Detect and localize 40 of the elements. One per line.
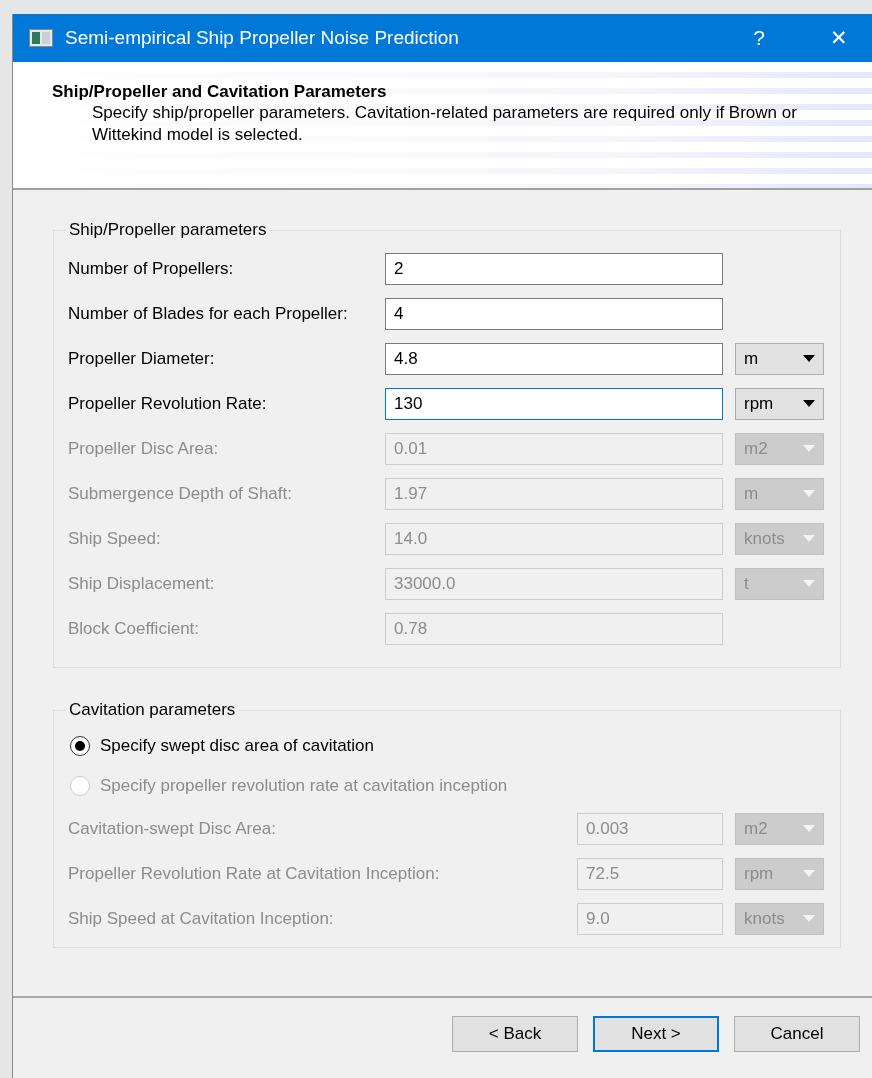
caret-icon bbox=[803, 354, 815, 363]
dialog-button[interactable]: < Back bbox=[452, 1016, 578, 1052]
radio-option[interactable]: Specify swept disc area of cavitation bbox=[70, 726, 840, 766]
field-label: Ship Displacement: bbox=[68, 573, 216, 594]
input-field[interactable]: 4 bbox=[385, 297, 723, 330]
input-field[interactable]: 4.8 bbox=[385, 342, 723, 375]
page-description: Specify ship/propeller parameters. Cavitation-related parameters are required only if Brown or Wittekind model is selected. bbox=[91, 102, 798, 146]
input-field[interactable]: 2 bbox=[385, 252, 723, 285]
caret-icon bbox=[803, 869, 815, 878]
field-label: Ship Speed at Cavitation Inception: bbox=[68, 908, 335, 929]
window-icon bbox=[29, 29, 53, 47]
field-label: Propeller Revolution Rate at Cavitation Inception: bbox=[68, 863, 441, 884]
caret-icon bbox=[803, 489, 815, 498]
unit-dropdown[interactable]: rpm bbox=[735, 387, 824, 420]
input-field[interactable]: 130 bbox=[385, 387, 723, 420]
caret-icon bbox=[803, 824, 815, 833]
page-title: Ship/Propeller and Cavitation Parameters bbox=[52, 82, 388, 102]
radio-button[interactable] bbox=[70, 736, 90, 756]
field-label: Propeller Revolution Rate: bbox=[68, 393, 268, 414]
field-label: Ship Speed: bbox=[68, 528, 162, 549]
group-title: Cavitation parameters bbox=[68, 700, 237, 720]
field-label: Number of Propellers: bbox=[68, 258, 235, 279]
field-label: Propeller Disc Area: bbox=[68, 438, 220, 459]
field-label: Propeller Diameter: bbox=[68, 348, 216, 369]
caret-icon bbox=[803, 914, 815, 923]
field-label: Cavitation-swept Disc Area: bbox=[68, 818, 277, 839]
group-title: Ship/Propeller parameters bbox=[68, 220, 268, 240]
field-label: Number of Blades for each Propeller: bbox=[68, 303, 349, 324]
window-title: Semi-empirical Ship Propeller Noise Prediction bbox=[65, 27, 460, 49]
close-button[interactable]: ✕ bbox=[803, 26, 872, 50]
dialog-button[interactable]: Next > bbox=[593, 1016, 719, 1052]
dialog-button[interactable]: Cancel bbox=[734, 1016, 860, 1052]
caret-icon bbox=[803, 579, 815, 588]
caret-icon bbox=[803, 534, 815, 543]
unit-dropdown[interactable]: m bbox=[735, 342, 824, 375]
caret-icon bbox=[803, 399, 815, 408]
caret-icon bbox=[803, 444, 815, 453]
field-label: Submergence Depth of Shaft: bbox=[68, 483, 293, 504]
help-button[interactable]: ? bbox=[723, 26, 795, 50]
field-label: Block Coefficient: bbox=[68, 618, 201, 639]
